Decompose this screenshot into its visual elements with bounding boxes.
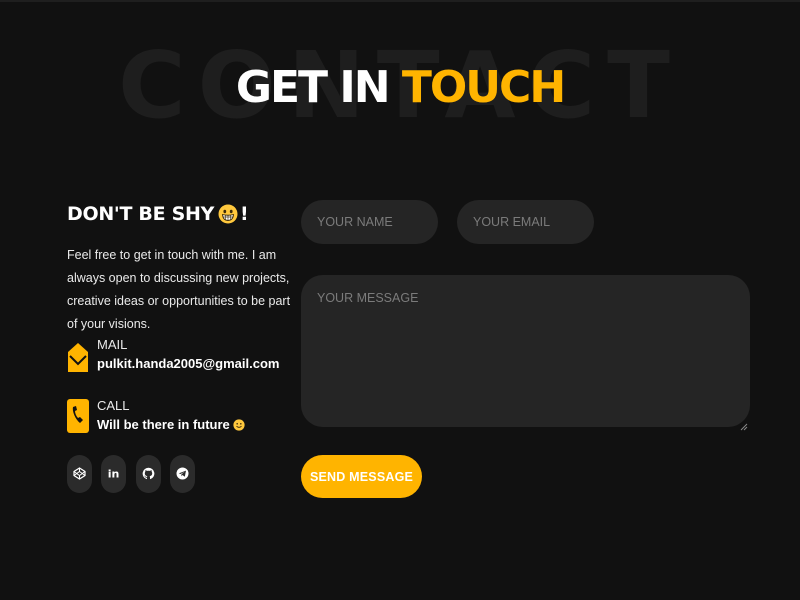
intro-title-text: DON'T BE SHY xyxy=(67,203,215,225)
resize-handle-icon[interactable] xyxy=(739,416,748,431)
name-input[interactable] xyxy=(301,200,438,244)
telegram-icon xyxy=(176,467,189,480)
github-button[interactable] xyxy=(136,455,161,493)
mail-label: MAIL xyxy=(97,337,128,352)
grinning-face-icon xyxy=(218,203,238,233)
telegram-button[interactable] xyxy=(170,455,195,493)
contact-section: CONTACT GET IN TOUCH DON'T BE SHY! Feel … xyxy=(0,0,800,600)
smiling-face-icon xyxy=(233,418,245,436)
message-input[interactable] xyxy=(301,275,750,427)
intro-title-suffix: ! xyxy=(240,203,249,225)
email-input[interactable] xyxy=(457,200,594,244)
intro-title: DON'T BE SHY! xyxy=(67,199,249,233)
call-value: Will be there in future xyxy=(97,416,245,436)
phone-icon xyxy=(67,399,89,433)
github-icon xyxy=(142,467,155,480)
linkedin-button[interactable]: in xyxy=(101,455,126,493)
envelope-open-icon xyxy=(67,338,89,372)
codepen-icon xyxy=(73,467,86,480)
call-label: CALL xyxy=(97,398,130,413)
linkedin-icon-text: in xyxy=(108,468,120,481)
codepen-button[interactable] xyxy=(67,455,92,493)
title-part-2: TOUCH xyxy=(401,62,566,113)
send-message-button[interactable]: SEND MESSAGE xyxy=(301,455,422,498)
linkedin-icon: in xyxy=(108,468,120,481)
mail-value[interactable]: pulkit.handa2005@gmail.com xyxy=(97,355,279,373)
title-part-1: GET IN xyxy=(235,62,391,113)
call-value-text: Will be there in future xyxy=(97,417,230,432)
divider xyxy=(0,0,800,2)
page-title: GET IN TOUCH xyxy=(0,60,800,116)
intro-text: Feel free to get in touch with me. I am … xyxy=(67,248,291,331)
